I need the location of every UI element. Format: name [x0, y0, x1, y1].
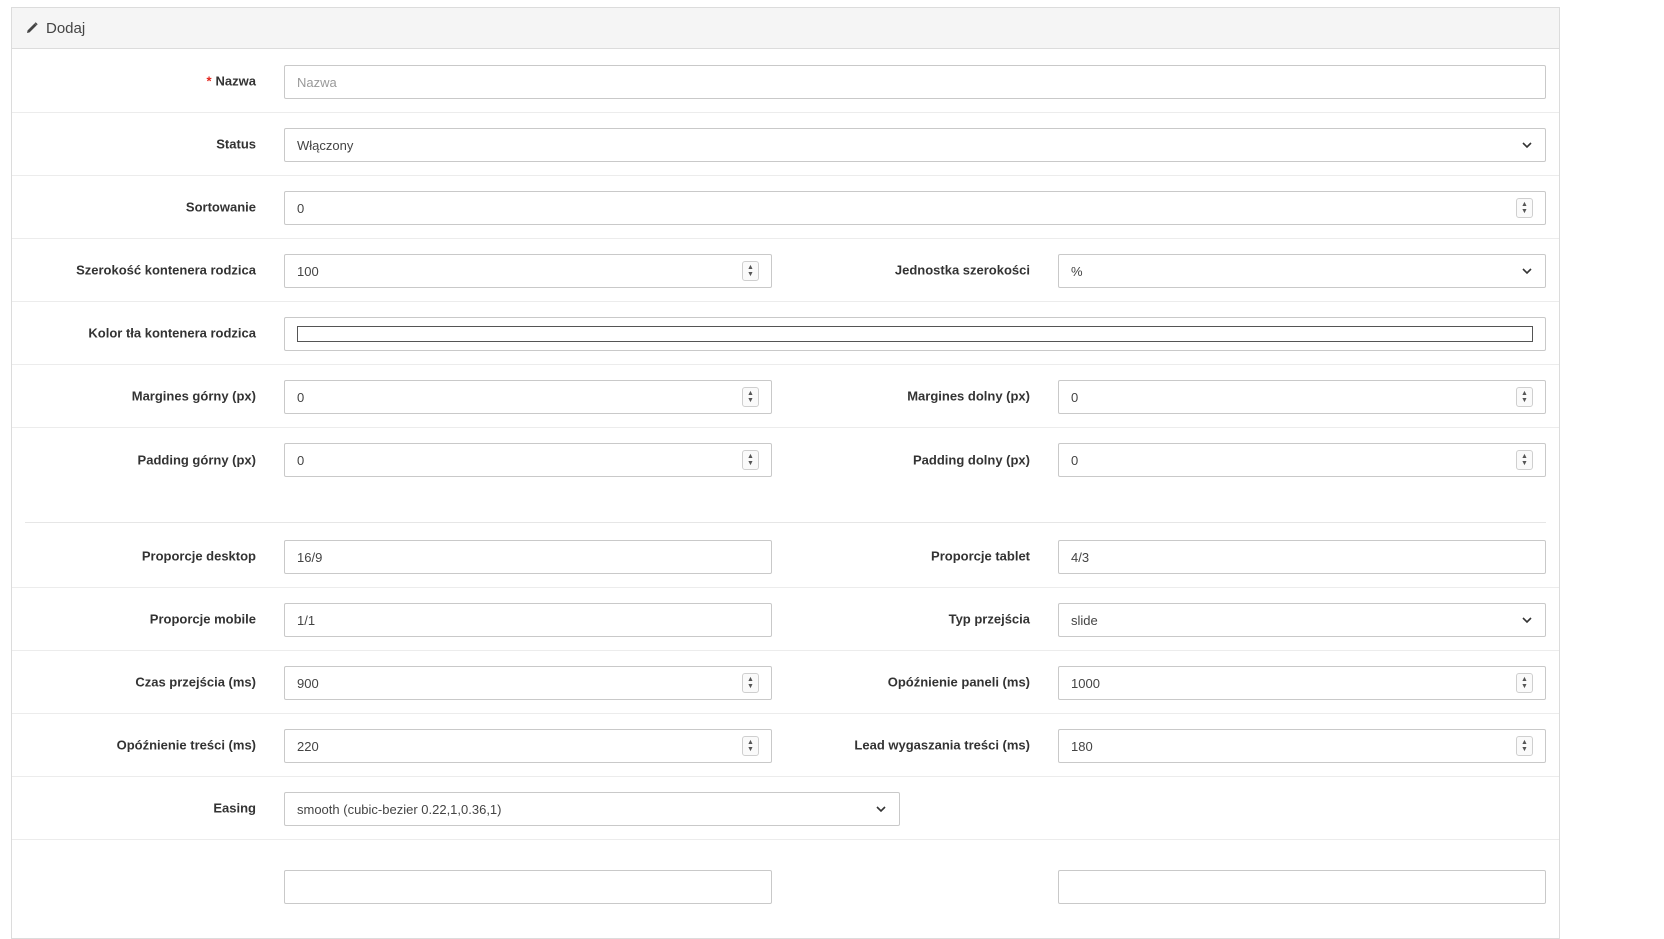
opoznienie-paneli-value: 1000 [1071, 675, 1100, 691]
opoznienie-paneli-label: Opóźnienie paneli (ms) [887, 674, 1030, 690]
chevron-down-icon [1522, 617, 1532, 624]
row-nazwa: * Nazwa Nazwa [12, 50, 1559, 113]
typ-przejscia-label: Typ przejścia [948, 611, 1030, 627]
spinner-icon[interactable]: ▲ ▼ [1516, 736, 1533, 756]
padding-bottom-input[interactable]: 0 ▲ ▼ [1058, 443, 1546, 477]
row-kolor: Kolor tła kontenera rodzica [12, 302, 1559, 365]
margin-top-label: Margines górny (px) [131, 388, 256, 404]
opoznienie-tresci-input[interactable]: 220 ▲ ▼ [284, 729, 772, 763]
opoznienie-tresci-value: 220 [297, 738, 319, 754]
lead-wygaszania-input[interactable]: 180 ▲ ▼ [1058, 729, 1546, 763]
margin-bottom-input[interactable]: 0 ▲ ▼ [1058, 380, 1546, 414]
easing-label: Easing [213, 800, 256, 816]
form-panel: Dodaj * Nazwa Nazwa Status Włączony Sorto… [11, 7, 1560, 939]
status-label: Status [216, 136, 256, 152]
padding-bottom-label: Padding dolny (px) [913, 452, 1030, 467]
prop-desktop-label: Proporcje desktop [141, 548, 256, 564]
padding-bottom-value: 0 [1071, 452, 1079, 468]
color-swatch [297, 326, 1533, 342]
nazwa-label: * Nazwa [206, 73, 256, 89]
spinner-icon[interactable]: ▲ ▼ [1516, 387, 1533, 407]
row-proporcje-1: Proporcje desktop 16/9 Proporcje tablet … [12, 525, 1559, 588]
szerokosc-input[interactable]: 100 ▲ ▼ [284, 254, 772, 288]
row-opoznienie: Opóźnienie treści (ms) 220 ▲ ▼ Lead wygas… [12, 714, 1559, 777]
row-sortowanie: Sortowanie 0 ▲ ▼ [12, 176, 1559, 239]
section-divider [25, 522, 1546, 523]
next-input-right[interactable] [1058, 870, 1546, 904]
spinner-icon[interactable]: ▲ ▼ [1516, 198, 1533, 218]
padding-top-value: 0 [297, 452, 305, 468]
kolor-color-input[interactable] [284, 317, 1546, 351]
panel-title: Dodaj [46, 19, 86, 37]
status-select[interactable]: Włączony [284, 128, 1546, 162]
margin-top-input[interactable]: 0 ▲ ▼ [284, 380, 772, 414]
spinner-icon[interactable]: ▲ ▼ [1516, 450, 1533, 470]
easing-value: smooth (cubic-bezier 0.22,1,0.36,1) [297, 801, 502, 817]
czas-przejscia-value: 900 [297, 675, 319, 691]
margin-bottom-value: 0 [1071, 389, 1079, 405]
spinner-icon[interactable]: ▲ ▼ [742, 387, 759, 407]
panel-heading: Dodaj [12, 8, 1559, 49]
nazwa-input[interactable]: Nazwa [284, 65, 1546, 99]
spinner-icon[interactable]: ▲ ▼ [742, 450, 759, 470]
sortowanie-value: 0 [297, 200, 305, 216]
lead-wygaszania-label: Lead wygaszania treści (ms) [854, 737, 1030, 753]
easing-select[interactable]: smooth (cubic-bezier 0.22,1,0.36,1) [284, 792, 900, 826]
sortowanie-input[interactable]: 0 ▲ ▼ [284, 191, 1546, 225]
row-szerokosc: Szerokość kontenera rodzica 100 ▲ ▼ Jedno… [12, 239, 1559, 302]
spinner-icon[interactable]: ▲ ▼ [742, 736, 759, 756]
prop-tablet-value: 4/3 [1071, 549, 1090, 565]
chevron-down-icon [876, 806, 886, 813]
prop-mobile-value: 1/1 [297, 612, 316, 628]
row-status: Status Włączony [12, 113, 1559, 176]
margin-top-value: 0 [297, 389, 305, 405]
szerokosc-value: 100 [297, 263, 319, 279]
status-value: Włączony [297, 137, 354, 153]
chevron-down-icon [1522, 268, 1532, 275]
sortowanie-label: Sortowanie [185, 199, 256, 215]
required-mark: * [206, 73, 212, 89]
prop-tablet-label: Proporcje tablet [931, 548, 1030, 564]
row-margines: Margines górny (px) 0 ▲ ▼ Margines dolny … [12, 365, 1559, 428]
spinner-icon[interactable]: ▲ ▼ [1516, 673, 1533, 693]
typ-przejscia-value: slide [1071, 612, 1098, 628]
szerokosc-label: Szerokość kontenera rodzica [76, 262, 256, 278]
row-padding: Padding górny (px) 0 ▲ ▼ Padding dolny (p… [12, 428, 1559, 491]
opoznienie-paneli-input[interactable]: 1000 ▲ ▼ [1058, 666, 1546, 700]
row-next-partial [12, 840, 1559, 904]
czas-przejscia-input[interactable]: 900 ▲ ▼ [284, 666, 772, 700]
nazwa-placeholder: Nazwa [297, 74, 337, 90]
spinner-icon[interactable]: ▲ ▼ [742, 673, 759, 693]
row-proporcje-2: Proporcje mobile 1/1 Typ przejścia slide [12, 588, 1559, 651]
jednostka-select[interactable]: % [1058, 254, 1546, 288]
lead-wygaszania-value: 180 [1071, 738, 1093, 754]
prop-tablet-input[interactable]: 4/3 [1058, 540, 1546, 574]
jednostka-label: Jednostka szerokości [894, 262, 1030, 278]
next-input-left[interactable] [284, 870, 772, 904]
prop-mobile-label: Proporcje mobile [149, 611, 256, 627]
kolor-label: Kolor tła kontenera rodzica [88, 325, 256, 341]
pencil-icon [27, 22, 38, 33]
chevron-down-icon [1522, 142, 1532, 149]
jednostka-value: % [1071, 263, 1083, 279]
row-easing: Easing smooth (cubic-bezier 0.22,1,0.36,… [12, 777, 1559, 840]
prop-desktop-input[interactable]: 16/9 [284, 540, 772, 574]
prop-mobile-input[interactable]: 1/1 [284, 603, 772, 637]
typ-przejscia-select[interactable]: slide [1058, 603, 1546, 637]
row-czas: Czas przejścia (ms) 900 ▲ ▼ Opóźnienie pa… [12, 651, 1559, 714]
spinner-icon[interactable]: ▲ ▼ [742, 261, 759, 281]
prop-desktop-value: 16/9 [297, 549, 323, 565]
czas-przejscia-label: Czas przejścia (ms) [135, 674, 256, 690]
padding-top-input[interactable]: 0 ▲ ▼ [284, 443, 772, 477]
margin-bottom-label: Margines dolny (px) [907, 388, 1030, 404]
padding-top-label: Padding górny (px) [137, 452, 256, 467]
opoznienie-tresci-label: Opóźnienie treści (ms) [116, 737, 256, 753]
